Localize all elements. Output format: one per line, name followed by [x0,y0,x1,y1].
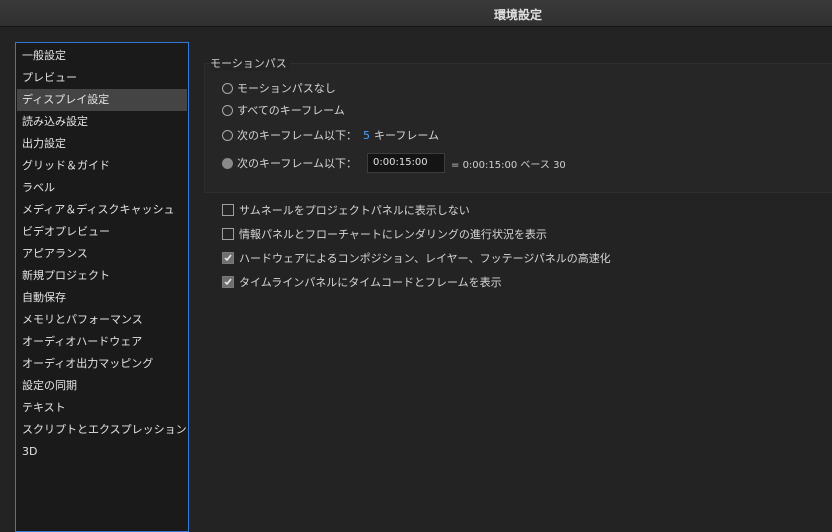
checkbox-label: サムネールをプロジェクトパネルに表示しない [239,204,470,217]
timecode-equivalent: = 0:00:15:00 ベース 30 [451,159,566,171]
checkbox-hide-thumbnails[interactable] [222,204,234,216]
checkbox-render-progress[interactable] [222,228,234,240]
display-settings-panel: モーションパス モーションパスなし すべてのキーフレーム 次のキーフレーム以下：… [200,40,832,523]
radio-label: モーションパスなし [237,82,336,95]
radio-no-motion-path[interactable]: モーションパスなし [222,79,336,97]
checkbox-hardware-accelerate[interactable] [222,252,234,264]
radio-button[interactable] [222,104,233,116]
sidebar-item-scripting-expressions[interactable]: スクリプトとエクスプレッション [17,419,187,441]
sidebar-item-previews[interactable]: プレビュー [17,67,187,89]
sidebar-item-labels[interactable]: ラベル [17,177,187,199]
keyframe-count-scrubber[interactable]: 5 [363,129,370,142]
checkbox-row-hardware-accelerate[interactable]: ハードウェアによるコンポジション、レイヤー、フッテージパネルの高速化 [222,249,611,267]
window-title: 環境設定 [493,8,542,22]
checkbox-row-render-progress[interactable]: 情報パネルとフローチャートにレンダリングの進行状況を表示 [222,225,547,243]
sidebar-item-memory-performance[interactable]: メモリとパフォーマンス [17,309,187,331]
sidebar-item-grids-guides[interactable]: グリッド＆ガイド [17,155,187,177]
sidebar-item-new-project[interactable]: 新規プロジェクト [17,265,187,287]
sidebar-item-audio-hardware[interactable]: オーディオハードウェア [17,331,187,353]
radio-button[interactable] [222,82,233,94]
checkbox-timecode-frames[interactable] [222,276,234,288]
sidebar-item-sync-settings[interactable]: 設定の同期 [17,375,187,397]
radio-no-more-than-keyframes[interactable]: 次のキーフレーム以下： 5 キーフレーム [222,126,439,144]
sidebar-item-display[interactable]: ディスプレイ設定 [17,89,187,111]
sidebar-item-general[interactable]: 一般設定 [17,45,187,67]
keyframe-count-unit: キーフレーム [374,129,440,142]
radio-all-keyframes[interactable]: すべてのキーフレーム [222,101,345,119]
motion-path-group-label: モーションパス [210,55,290,71]
radio-button-selected[interactable] [222,157,233,169]
checkmark-icon [224,278,232,286]
sidebar-item-import[interactable]: 読み込み設定 [17,111,187,133]
sidebar-item-appearance[interactable]: アピアランス [17,243,187,265]
radio-button[interactable] [222,129,233,141]
radio-no-more-than-time[interactable]: 次のキーフレーム以下： 0:00:15:00 = 0:00:15:00 ベース … [222,153,566,173]
checkbox-label: 情報パネルとフローチャートにレンダリングの進行状況を表示 [239,228,547,241]
sidebar-item-3d[interactable]: 3D [17,441,187,463]
checkbox-row-timecode-frames[interactable]: タイムラインパネルにタイムコードとフレームを表示 [222,273,502,291]
sidebar-item-auto-save[interactable]: 自動保存 [17,287,187,309]
checkbox-row-hide-thumbnails[interactable]: サムネールをプロジェクトパネルに表示しない [222,201,470,219]
checkbox-label: ハードウェアによるコンポジション、レイヤー、フッテージパネルの高速化 [239,252,611,265]
radio-label: 次のキーフレーム以下： [237,129,358,142]
radio-label: すべてのキーフレーム [237,104,345,117]
radio-label: 次のキーフレーム以下： [237,157,358,170]
timecode-input[interactable]: 0:00:15:00 [367,153,446,173]
sidebar-item-audio-output-mapping[interactable]: オーディオ出力マッピング [17,353,187,375]
sidebar-item-type[interactable]: テキスト [17,397,187,419]
sidebar-item-media-disk-cache[interactable]: メディア＆ディスクキャッシュ [17,199,187,221]
preferences-category-list[interactable]: 一般設定 プレビュー ディスプレイ設定 読み込み設定 出力設定 グリッド＆ガイド… [15,42,189,532]
checkmark-icon [224,254,232,262]
checkbox-label: タイムラインパネルにタイムコードとフレームを表示 [239,276,502,289]
title-bar: 環境設定 [0,0,832,27]
sidebar-item-video-preview[interactable]: ビデオプレビュー [17,221,187,243]
sidebar-item-output[interactable]: 出力設定 [17,133,187,155]
